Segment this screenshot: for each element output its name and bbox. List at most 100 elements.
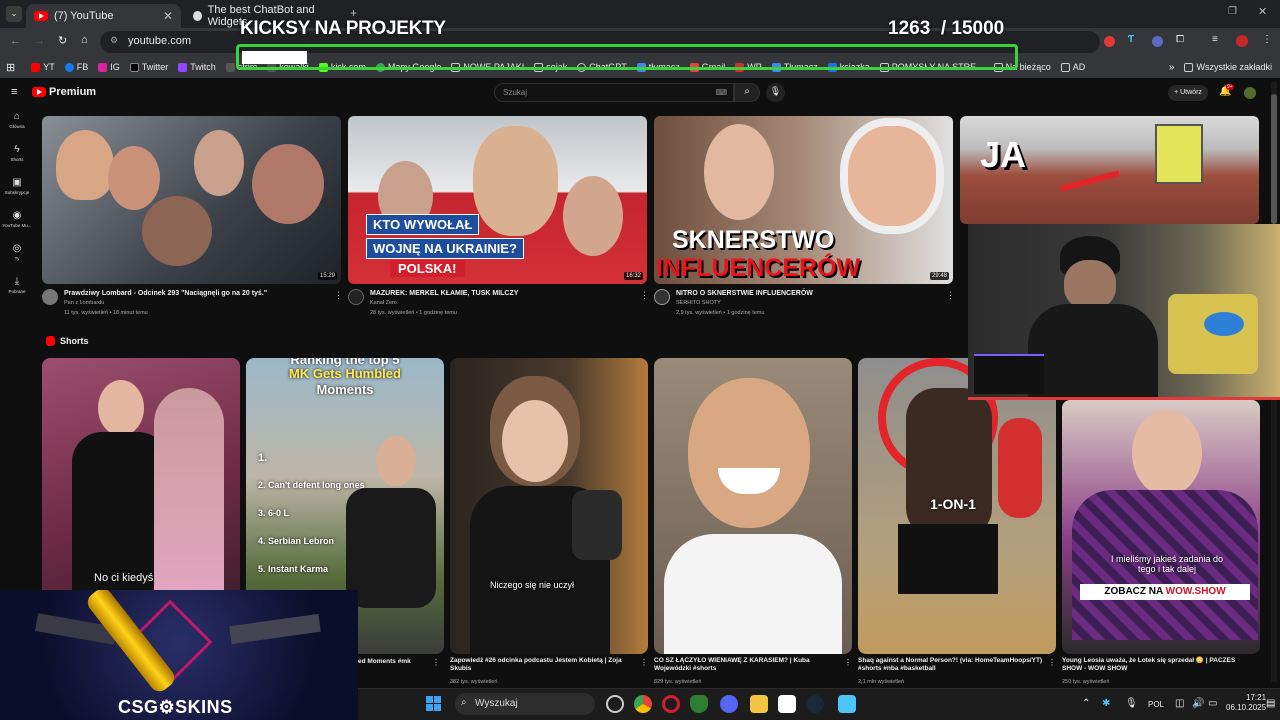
chrome-icon[interactable]: [634, 695, 652, 713]
windows-start-icon[interactable]: [426, 696, 441, 711]
channel-avatar[interactable]: [42, 289, 58, 305]
extension-translate-icon[interactable]: Ƭ: [1128, 34, 1134, 45]
video-thumbnail[interactable]: SKNERSTWO INFLUENCERÓW 29:48: [654, 116, 953, 284]
steam-icon[interactable]: [806, 695, 824, 713]
video-title[interactable]: MAZUREK: MERKEL KŁAMIE, TUSK MILCZY: [370, 289, 630, 298]
notifications-icon[interactable]: ▤: [1266, 698, 1275, 709]
apps-icon[interactable]: ⊞: [6, 61, 15, 74]
short-title[interactable]: Young Leosia uważa, że Lotek się sprzeda…: [1062, 657, 1252, 673]
more-actions-icon[interactable]: ⋮: [946, 290, 955, 301]
short-thumbnail[interactable]: I mieliśmy jakieś zadania do tego i tak …: [1062, 400, 1260, 654]
notes-icon[interactable]: [778, 695, 796, 713]
file-explorer-icon[interactable]: [750, 695, 768, 713]
thumbnail-text: POLSKA!: [390, 260, 465, 277]
short-title[interactable]: Zapowiedź #26 odcinka podcastu Jestem Ko…: [450, 657, 635, 673]
youtube-logo[interactable]: Premium: [32, 86, 96, 98]
tab-list-button[interactable]: ⌄: [6, 6, 22, 22]
start-tile: [434, 696, 441, 703]
sidebar-item-subscriptions[interactable]: ▣ Subskrypcje: [0, 172, 34, 205]
ranking-item: 3. 6-0 L: [258, 508, 290, 518]
network-icon[interactable]: ◫: [1175, 698, 1184, 709]
more-actions-icon[interactable]: ⋮: [1048, 658, 1056, 667]
all-bookmarks[interactable]: Wszystkie zakładki: [1184, 62, 1272, 72]
sidebar-item-home[interactable]: ⌂ Główna: [0, 106, 34, 139]
short-title[interactable]: Shaq against a Normal Person?! (via: Hom…: [858, 657, 1043, 673]
reading-list-icon[interactable]: ≡: [1212, 34, 1218, 45]
video-thumbnail[interactable]: KTO WYWOŁAŁ WOJNĘ NA UKRAINIE? POLSKA! 1…: [348, 116, 647, 284]
channel-name[interactable]: Kanał Zero: [370, 299, 397, 308]
home-icon[interactable]: ⌂: [81, 34, 88, 46]
keyboard-icon[interactable]: ⌨: [715, 88, 727, 97]
account-avatar[interactable]: [1244, 87, 1256, 99]
hamburger-menu-icon[interactable]: ≡: [11, 86, 17, 98]
short-thumbnail[interactable]: Niczego się nie uczył: [450, 358, 648, 654]
shield-icon[interactable]: [690, 695, 708, 713]
voice-search-button[interactable]: 🎙: [766, 83, 785, 102]
video-title[interactable]: NITRO O SKNERSTWIE INFLUENCERÓW: [676, 289, 936, 298]
thumbnail-text: WOJNĘ NA UKRAINIE?: [366, 238, 524, 259]
more-actions-icon[interactable]: ⋮: [640, 290, 649, 301]
video-title[interactable]: Prawdziwy Lombard - Odcinek 293 "Naciągn…: [64, 289, 324, 298]
sidebar-item-you[interactable]: ◎ Ty: [0, 238, 34, 271]
bookmark-ig[interactable]: IG: [98, 62, 120, 72]
create-button[interactable]: + Utwórz: [1168, 85, 1208, 101]
start-tile: [426, 696, 433, 703]
channel-name[interactable]: SERHITO SHOTY: [676, 299, 721, 308]
bluetooth-icon[interactable]: ✱: [1102, 698, 1110, 709]
more-actions-icon[interactable]: ⋮: [640, 658, 648, 667]
extension-icon[interactable]: [1152, 36, 1163, 47]
video-duration: 29:48: [929, 272, 949, 280]
opera-icon[interactable]: [662, 695, 680, 713]
extension-record-icon[interactable]: [1104, 36, 1115, 47]
more-bookmarks-icon[interactable]: »: [1169, 62, 1175, 73]
language-indicator[interactable]: POL: [1148, 700, 1164, 709]
tray-chevron-icon[interactable]: ⌃: [1082, 698, 1090, 709]
short-title[interactable]: CO SZ ŁĄCZYŁO WIENIAWĘ Z KARASIEM? | Kub…: [654, 657, 839, 673]
sidebar-item-youtube-music[interactable]: ◉ YouTube Mu...: [0, 205, 34, 238]
taskbar-search[interactable]: ⌕ Wyszukaj: [455, 693, 595, 715]
menu-dots-icon[interactable]: ⋮: [1262, 34, 1272, 45]
short-thumbnail[interactable]: 1-ON-1: [858, 358, 1056, 654]
back-icon[interactable]: ←: [10, 35, 21, 47]
battery-icon[interactable]: ▭: [1208, 698, 1217, 709]
tab-youtube[interactable]: (7) YouTube ✕: [26, 4, 181, 28]
reload-icon[interactable]: ↻: [58, 34, 67, 47]
obs-icon[interactable]: [606, 695, 624, 713]
video-thumbnail[interactable]: 15:29: [42, 116, 341, 284]
more-actions-icon[interactable]: ⋮: [844, 658, 852, 667]
search-input[interactable]: Szukaj ⌨: [494, 83, 734, 102]
bookmark-twitch[interactable]: Twitch: [178, 62, 216, 72]
bookmark-yt[interactable]: YT: [31, 62, 55, 72]
webcam-pillow: [1204, 312, 1244, 336]
overlay-goal-count: 1263 / 15000: [888, 18, 1004, 40]
close-window-icon[interactable]: ✕: [1258, 5, 1267, 18]
sidebar-item-shorts[interactable]: ϟ Shorts: [0, 139, 34, 172]
sidebar-item-downloads[interactable]: ⤓ Pobrane: [0, 271, 34, 304]
site-info-icon[interactable]: ⚙: [110, 35, 118, 46]
scrollbar-thumb[interactable]: [1271, 94, 1277, 224]
profile-avatar[interactable]: [1236, 35, 1248, 47]
short-thumbnail[interactable]: [654, 358, 852, 654]
bookmark-twitter[interactable]: Twitter: [129, 62, 168, 72]
forward-icon[interactable]: →: [34, 35, 45, 47]
restore-window-icon[interactable]: ❐: [1228, 6, 1237, 17]
short-title[interactable]: ed Moments #mk: [358, 658, 440, 666]
search-button[interactable]: ⌕: [734, 83, 760, 102]
volume-icon[interactable]: 🔊: [1192, 698, 1204, 709]
discord-icon[interactable]: [720, 695, 738, 713]
more-actions-icon[interactable]: ⋮: [334, 290, 343, 301]
close-tab-icon[interactable]: ✕: [163, 9, 173, 23]
more-actions-icon[interactable]: ⋮: [432, 658, 440, 667]
bookmark-ad[interactable]: AD: [1060, 62, 1085, 72]
mic-icon[interactable]: 🎙: [1125, 698, 1138, 709]
channel-avatar[interactable]: [348, 289, 364, 305]
overlay-goal-title: KICKSY NA PROJEKTY: [240, 18, 446, 39]
taskbar-clock[interactable]: 17:21 06.10.2025: [1226, 693, 1266, 713]
app-icon[interactable]: [838, 695, 856, 713]
extensions-puzzle-icon[interactable]: ⧠: [1176, 34, 1184, 45]
bookmark-fb[interactable]: FB: [64, 62, 88, 72]
channel-name[interactable]: Pan z Lombardu: [64, 299, 104, 308]
youtube-favicon-icon: [34, 11, 48, 21]
video-thumbnail[interactable]: JA: [960, 116, 1259, 224]
channel-avatar[interactable]: [654, 289, 670, 305]
